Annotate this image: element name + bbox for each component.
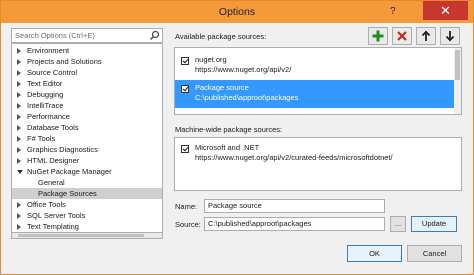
tree-item-label: SQL Server Tools bbox=[27, 211, 86, 220]
browse-button[interactable]: ... bbox=[390, 216, 406, 232]
remove-source-button[interactable] bbox=[392, 27, 412, 45]
collapsed-arrow-icon[interactable] bbox=[17, 81, 21, 87]
available-sources-list[interactable]: Package source C:\published\approot\packa… bbox=[174, 47, 462, 115]
tree-item[interactable]: HTML Designer bbox=[12, 155, 162, 166]
tree-item[interactable]: F# Tools bbox=[12, 133, 162, 144]
window-title: Options bbox=[218, 6, 256, 18]
tree-item-label: HTML Designer bbox=[27, 156, 80, 165]
tree-item[interactable]: IntelliTrace bbox=[12, 100, 162, 111]
collapsed-arrow-icon[interactable] bbox=[17, 158, 21, 164]
tree-item[interactable]: SQL Server Tools bbox=[12, 210, 162, 221]
arrow-up-icon bbox=[420, 30, 432, 45]
search-input[interactable]: Search Options (Ctrl+E) bbox=[11, 28, 163, 43]
tree-item[interactable]: Text Editor bbox=[12, 78, 162, 89]
tree-item-label: NuGet Package Manager bbox=[27, 167, 112, 176]
help-button[interactable]: ? bbox=[390, 6, 396, 17]
tree-item[interactable]: Source Control bbox=[12, 67, 162, 78]
tree-item-label: Text Templating bbox=[27, 222, 79, 231]
sources-vertical-scrollbar[interactable] bbox=[454, 48, 461, 114]
enable-checkbox[interactable] bbox=[181, 145, 189, 153]
tree-item[interactable]: NuGet Package Manager bbox=[12, 166, 162, 177]
tree-item[interactable]: Debugging bbox=[12, 89, 162, 100]
collapsed-arrow-icon[interactable] bbox=[17, 224, 21, 230]
collapsed-arrow-icon[interactable] bbox=[17, 202, 21, 208]
x-icon bbox=[396, 31, 408, 45]
ok-button[interactable]: OK bbox=[347, 245, 402, 262]
tree-item[interactable]: General bbox=[12, 177, 162, 188]
collapsed-arrow-icon[interactable] bbox=[17, 114, 21, 120]
name-label: Name: bbox=[175, 202, 198, 211]
collapsed-arrow-icon[interactable] bbox=[17, 48, 21, 54]
tree-item-label: Environment bbox=[27, 46, 70, 55]
source-name: nuget.org bbox=[195, 55, 227, 64]
tree-item-label: General bbox=[38, 178, 65, 187]
move-up-button[interactable] bbox=[416, 27, 436, 45]
source-row[interactable]: nuget.org https://www.nuget.org/api/v2/ bbox=[175, 52, 461, 80]
tree-item[interactable]: Environment bbox=[12, 45, 162, 56]
source-url: C:\published\approot\packages bbox=[195, 93, 299, 102]
collapsed-arrow-icon[interactable] bbox=[17, 92, 21, 98]
tree-item[interactable]: Database Tools bbox=[12, 122, 162, 133]
arrow-down-icon bbox=[444, 31, 456, 45]
source-url: https://www.nuget.org/api/v2/curated-fee… bbox=[195, 153, 393, 162]
source-name: Microsoft and .NET bbox=[195, 143, 260, 152]
tree-item-label: Text Editor bbox=[27, 79, 63, 88]
collapsed-arrow-icon[interactable] bbox=[17, 70, 21, 76]
tree-item-label: Office Tools bbox=[27, 200, 66, 209]
tree-item[interactable]: Graphics Diagnostics bbox=[12, 144, 162, 155]
collapsed-arrow-icon[interactable] bbox=[17, 213, 21, 219]
scrollbar-thumb[interactable] bbox=[455, 50, 460, 80]
options-tree[interactable]: Environment Projects and Solutions Source … bbox=[11, 43, 163, 233]
tree-item-label: Source Control bbox=[27, 68, 78, 77]
tree-item-label: Graphics Diagnostics bbox=[27, 145, 98, 154]
close-button[interactable]: ✕ bbox=[423, 1, 468, 20]
title-bar[interactable]: Options ? ✕ bbox=[1, 1, 473, 23]
expanded-arrow-icon[interactable] bbox=[17, 170, 23, 174]
plus-icon bbox=[372, 30, 384, 45]
options-dialog: Options ? ✕ Search Options (Ctrl+E) Envi… bbox=[0, 0, 474, 275]
enable-checkbox[interactable] bbox=[181, 85, 189, 93]
source-url: https://www.nuget.org/api/v2/ bbox=[195, 65, 292, 74]
tree-item[interactable]: Text Templating bbox=[12, 221, 162, 232]
source-label: Source: bbox=[175, 220, 201, 229]
add-source-button[interactable] bbox=[368, 27, 388, 45]
search-placeholder: Search Options (Ctrl+E) bbox=[15, 31, 95, 40]
name-field[interactable]: Package source bbox=[204, 199, 385, 213]
tree-item-label: Database Tools bbox=[27, 123, 79, 132]
tree-item-label: IntelliTrace bbox=[27, 101, 64, 110]
tree-item-label: Projects and Solutions bbox=[27, 57, 102, 66]
collapsed-arrow-icon[interactable] bbox=[17, 103, 21, 109]
source-field[interactable]: C:\published\approot\packages bbox=[204, 217, 385, 231]
source-name: Package source bbox=[195, 83, 249, 92]
tree-item-label: Performance bbox=[27, 112, 70, 121]
tree-item[interactable]: Package Sources bbox=[12, 188, 162, 199]
machine-sources-heading: Machine-wide package sources: bbox=[175, 125, 283, 134]
tree-item-label: Debugging bbox=[27, 90, 64, 99]
collapsed-arrow-icon[interactable] bbox=[17, 125, 21, 131]
tree-item[interactable]: Projects and Solutions bbox=[12, 56, 162, 67]
move-down-button[interactable] bbox=[440, 27, 460, 45]
tree-item-label: F# Tools bbox=[27, 134, 56, 143]
available-sources-heading: Available package sources: bbox=[175, 32, 267, 41]
collapsed-arrow-icon[interactable] bbox=[17, 147, 21, 153]
cancel-button[interactable]: Cancel bbox=[407, 245, 462, 262]
update-button[interactable]: Update bbox=[411, 216, 457, 232]
tree-item[interactable]: Office Tools bbox=[12, 199, 162, 210]
tree-item-label: Package Sources bbox=[38, 189, 97, 198]
tree-horizontal-scrollbar[interactable] bbox=[11, 233, 163, 239]
collapsed-arrow-icon[interactable] bbox=[17, 59, 21, 65]
tree-item[interactable]: Performance bbox=[12, 111, 162, 122]
machine-sources-list[interactable]: Microsoft and .NET https://www.nuget.org/… bbox=[174, 137, 462, 191]
collapsed-arrow-icon[interactable] bbox=[17, 136, 21, 142]
enable-checkbox[interactable] bbox=[181, 57, 189, 65]
scrollbar-thumb[interactable] bbox=[18, 234, 144, 237]
source-row[interactable]: Package source C:\published\approot\packa… bbox=[175, 80, 461, 108]
search-icon[interactable] bbox=[149, 30, 160, 41]
source-row[interactable]: Microsoft and .NET https://www.nuget.org/… bbox=[175, 140, 461, 168]
